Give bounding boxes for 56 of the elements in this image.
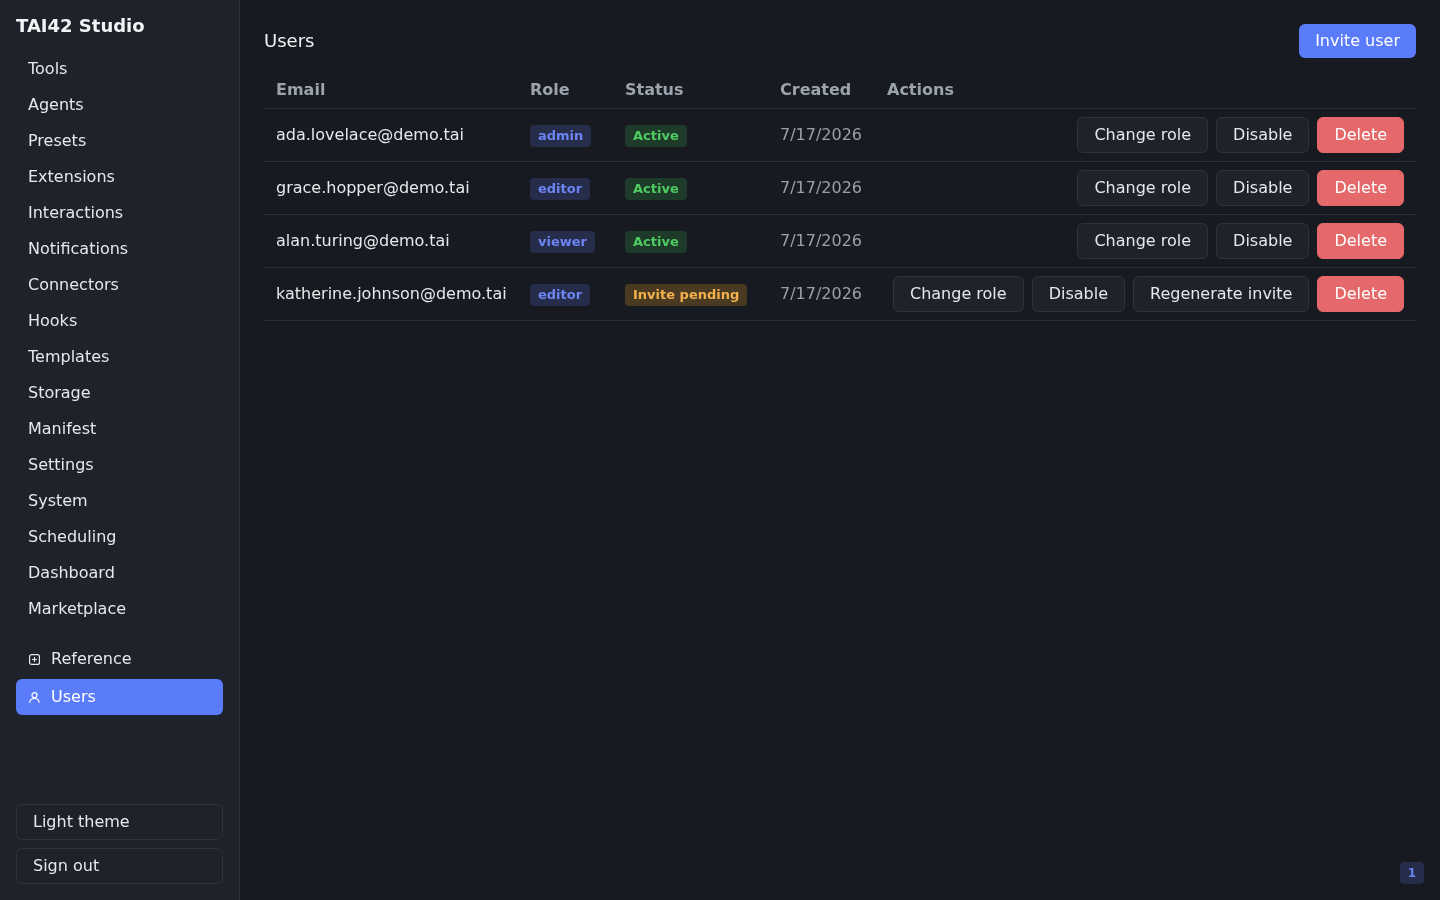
sidebar-item[interactable]: Marketplace xyxy=(16,591,223,627)
action-button[interactable]: Change role xyxy=(1077,116,1209,153)
sidebar-item[interactable]: Dashboard xyxy=(16,555,223,591)
sidebar-item[interactable]: Extensions xyxy=(16,159,223,195)
sidebar-item[interactable]: System xyxy=(16,483,223,519)
table-cell: katherine.johnson@demo.tai xyxy=(264,267,518,320)
sign-out-button[interactable]: Sign out xyxy=(16,848,223,884)
invite-user-button[interactable]: Invite user xyxy=(1299,24,1416,58)
sidebar-item[interactable]: Settings xyxy=(16,447,223,483)
role-tag: editor xyxy=(530,283,591,306)
action-button[interactable]: Regenerate invite xyxy=(1133,275,1310,312)
sidebar-item[interactable]: Notifications xyxy=(16,231,223,267)
sidebar-item[interactable]: Storage xyxy=(16,375,223,411)
table-cell: 7/17/2026 xyxy=(768,214,875,267)
sidebar-item[interactable]: Interactions xyxy=(16,195,223,231)
sidebar-item[interactable]: Presets xyxy=(16,123,223,159)
counter-badge: 1 xyxy=(1399,862,1424,884)
table-cell: ada.lovelace@demo.tai xyxy=(264,108,518,161)
action-button[interactable]: Change role xyxy=(892,275,1024,312)
sidebar-item[interactable]: Reference xyxy=(16,641,223,677)
table-cell: 7/17/2026 xyxy=(768,161,875,214)
action-button[interactable]: Change role xyxy=(1077,222,1209,259)
column-header: Role xyxy=(518,72,613,108)
action-button[interactable]: Disable xyxy=(1216,116,1310,153)
column-header: Email xyxy=(264,72,518,108)
table-cell: 7/17/2026 xyxy=(768,108,875,161)
status-tag: Active xyxy=(625,124,687,147)
column-header: Actions xyxy=(875,72,1416,108)
column-header: Status xyxy=(613,72,768,108)
sidebar-item[interactable]: Templates xyxy=(16,339,223,375)
person-icon xyxy=(29,691,40,703)
sidebar-item[interactable]: Connectors xyxy=(16,267,223,303)
role-tag: editor xyxy=(530,177,591,200)
action-button[interactable]: Disable xyxy=(1216,169,1310,206)
table-cell: grace.hopper@demo.tai xyxy=(264,161,518,214)
action-button[interactable]: Change role xyxy=(1077,169,1209,206)
theme-toggle-button[interactable]: Light theme xyxy=(16,804,223,840)
role-tag: admin xyxy=(530,124,592,147)
brand-title: TAI42 Studio xyxy=(16,14,146,38)
sidebar-item[interactable]: Users xyxy=(16,679,223,715)
status-tag: Active xyxy=(625,230,687,253)
action-button[interactable]: Disable xyxy=(1216,222,1310,259)
sidebar-item[interactable]: Scheduling xyxy=(16,519,223,555)
table-cell: alan.turing@demo.tai xyxy=(264,214,518,267)
role-tag: viewer xyxy=(530,230,595,253)
status-tag: Active xyxy=(625,177,687,200)
sidebar-item[interactable]: Manifest xyxy=(16,411,223,447)
sidebar-item[interactable]: Agents xyxy=(16,87,223,123)
action-button[interactable]: Disable xyxy=(1031,275,1125,312)
sidebar-item[interactable]: Tools xyxy=(16,51,223,87)
sidebar-item[interactable]: Hooks xyxy=(16,303,223,339)
status-tag: Invite pending xyxy=(625,283,748,306)
page-title: Users xyxy=(264,30,315,52)
table-cell: 7/17/2026 xyxy=(768,267,875,320)
column-header: Created xyxy=(768,72,875,108)
plus-square-icon xyxy=(29,653,40,665)
